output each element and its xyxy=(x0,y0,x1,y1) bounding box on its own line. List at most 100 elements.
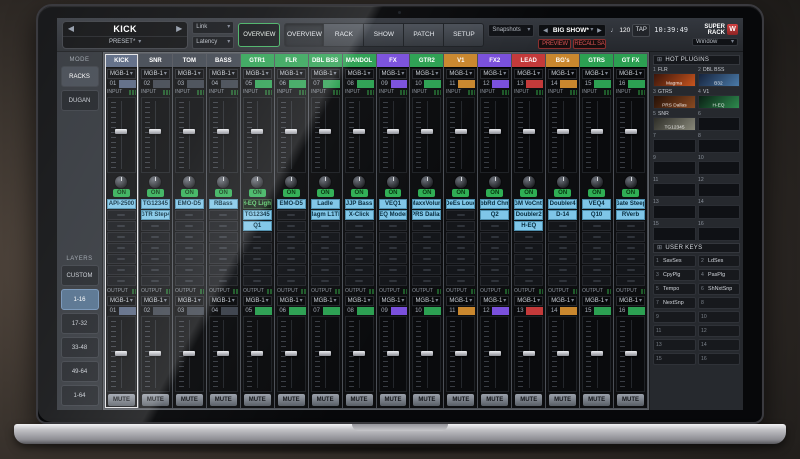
link-dropdown[interactable]: Link ▾ xyxy=(192,20,235,34)
hot-plugin-slot-15[interactable]: 15 xyxy=(653,221,696,241)
gain-knob[interactable] xyxy=(182,174,197,189)
input-device-select[interactable]: MGB-1 ▾ xyxy=(242,69,272,79)
channel-name[interactable]: TOM xyxy=(172,54,206,68)
plugin-slot[interactable] xyxy=(378,254,408,264)
plugin-slot[interactable] xyxy=(378,265,408,275)
plugin-slot[interactable] xyxy=(344,221,374,231)
channel-name[interactable]: DBL BSS xyxy=(308,54,342,68)
channel-strip-gtr2[interactable]: GTR2 MGB-1▾ 10 INPUT ON MaxxVolumPRS Dal… xyxy=(410,54,444,408)
plugin-slot[interactable] xyxy=(514,276,544,286)
plugin-slot[interactable]: JJP Bass xyxy=(344,199,374,209)
plugin-slot[interactable] xyxy=(548,254,578,264)
plugin-slot[interactable] xyxy=(446,254,476,264)
plugin-slot[interactable] xyxy=(548,276,578,286)
plugin-slot[interactable] xyxy=(174,210,204,220)
input-fader[interactable] xyxy=(412,97,442,173)
plugin-slot[interactable] xyxy=(514,254,544,264)
plugin-slot[interactable] xyxy=(242,232,272,242)
channel-strip-gtr1[interactable]: GTR1 MGB-1 ▾ 05 INPUT ON H-EQ Light TG1234… xyxy=(240,54,274,408)
hot-plugin-slot-1[interactable]: 1 FLR Magma xyxy=(653,67,696,87)
input-fader[interactable] xyxy=(242,97,272,173)
hot-plugin-slot-5[interactable]: 5 SNR TG12345 xyxy=(653,111,696,131)
on-button[interactable]: ON xyxy=(350,189,368,197)
on-button[interactable]: ON xyxy=(384,189,402,197)
mute-button[interactable]: MUTE xyxy=(108,394,135,406)
output-fader[interactable] xyxy=(582,316,612,392)
plugin-slot[interactable] xyxy=(208,232,238,242)
tab-overview[interactable]: OVERVIEW xyxy=(284,22,325,47)
preset-dropdown[interactable]: PRESET* ▾ xyxy=(63,35,188,48)
plugin-slot[interactable]: H-EQ xyxy=(514,221,544,231)
gain-knob[interactable] xyxy=(419,174,434,189)
input-device-select[interactable]: MGB-1 ▾ xyxy=(208,69,238,79)
plugin-slot[interactable]: Q1 xyxy=(242,221,272,231)
recall-safe-toggle[interactable]: RECALL SAFE xyxy=(573,38,607,49)
plugin-slot[interactable] xyxy=(446,243,476,253)
on-button[interactable]: ON xyxy=(588,189,606,197)
user-key-4[interactable]: 4 PasPlg xyxy=(697,269,740,281)
input-fader[interactable] xyxy=(480,97,510,173)
latency-dropdown[interactable]: Latency ▾ xyxy=(192,35,235,49)
on-button[interactable]: ON xyxy=(113,189,130,197)
plugin-slot[interactable]: TG12345 xyxy=(242,210,272,220)
plugin-slot[interactable] xyxy=(582,265,612,275)
plugin-slot[interactable]: TG12345 xyxy=(140,199,170,209)
output-device-select[interactable]: MGB-1 ▾ xyxy=(480,296,510,306)
plugin-slot[interactable] xyxy=(208,210,238,220)
hot-plugin-slot-12[interactable]: 12 xyxy=(697,177,740,197)
tap-tempo-button[interactable]: TAP xyxy=(632,23,651,37)
input-device-select[interactable]: MGB-1 ▾ xyxy=(174,69,204,79)
mute-button[interactable]: MUTE xyxy=(583,394,611,406)
next-channel-button[interactable]: ▶ xyxy=(171,24,187,33)
hot-plugin-slot-9[interactable]: 9 xyxy=(653,155,696,175)
plugin-slot[interactable] xyxy=(208,221,238,231)
plugin-slot[interactable] xyxy=(174,243,204,253)
mute-button[interactable]: MUTE xyxy=(515,394,543,406)
plugin-slot[interactable]: Ladle xyxy=(310,199,340,209)
plugin-slot[interactable] xyxy=(480,254,510,264)
plugin-slot[interactable]: MaxxVolum xyxy=(412,199,442,209)
channel-name[interactable]: FLR xyxy=(274,54,308,68)
plugin-slot[interactable] xyxy=(107,221,136,231)
plugin-slot[interactable] xyxy=(480,221,510,231)
plugin-slot[interactable] xyxy=(514,232,544,242)
channel-strip-kick[interactable]: KICK MGB-1 ▾ 01 INPUT ON API-2500 OUTPUT … xyxy=(105,54,138,408)
user-key-8[interactable]: 8 xyxy=(697,297,740,309)
input-device-select[interactable]: MGB-1 ▾ xyxy=(480,69,510,79)
on-button[interactable]: ON xyxy=(622,189,639,197)
channel-strip-flr[interactable]: FLR MGB-1 ▾ 06 INPUT ON EMO-D5 OUTPUT MGB… xyxy=(274,54,308,408)
channel-name[interactable]: GTRS xyxy=(580,54,614,68)
plugin-slot[interactable] xyxy=(276,254,306,264)
channel-strip-fx2[interactable]: FX2 MGB-1▾ 12 INPUT ON AbbRd ChmbQ2 OUTP… xyxy=(478,54,512,408)
prev-channel-button[interactable]: ◀ xyxy=(63,24,79,33)
channel-strip-bass[interactable]: BASS MGB-1 ▾ 04 INPUT ON RBass OUTPUT MGB… xyxy=(206,54,240,408)
mute-button[interactable]: MUTE xyxy=(379,394,407,406)
plugin-slot[interactable] xyxy=(548,265,578,275)
plugin-slot[interactable] xyxy=(242,243,272,253)
plugin-slot[interactable] xyxy=(446,210,476,220)
plugin-slot[interactable] xyxy=(582,254,612,264)
hot-plugin-slot-8[interactable]: 8 xyxy=(697,133,740,153)
plugin-slot[interactable] xyxy=(446,221,476,231)
plugin-slot[interactable] xyxy=(107,232,136,242)
plugin-slot[interactable] xyxy=(412,265,442,275)
on-button[interactable]: ON xyxy=(452,189,470,197)
plugin-slot[interactable] xyxy=(276,232,306,242)
output-device-select[interactable]: MGB-1 ▾ xyxy=(208,296,238,306)
plugin-slot[interactable]: Q2 xyxy=(480,210,510,220)
output-device-select[interactable]: MGB-1 ▾ xyxy=(378,296,408,306)
input-fader[interactable] xyxy=(548,97,578,173)
input-fader[interactable] xyxy=(276,97,306,173)
layer-custom[interactable]: CUSTOM xyxy=(60,265,99,286)
plugin-slot[interactable] xyxy=(446,232,476,242)
plugin-slot[interactable]: D-14 xyxy=(548,210,578,220)
plugin-slot[interactable] xyxy=(174,254,204,264)
plugin-slot[interactable] xyxy=(378,232,408,242)
channel-strip-mandol[interactable]: MANDOL MGB-1 ▾ 08 INPUT ON JJP Bass X-Clic… xyxy=(342,54,376,408)
layer-1-64[interactable]: 1-64 xyxy=(60,385,99,406)
plugin-slot[interactable]: Q10 xyxy=(582,210,612,220)
output-device-select[interactable]: MGB-1 ▾ xyxy=(616,296,645,306)
plugin-slot[interactable] xyxy=(412,254,442,264)
preview-toggle[interactable]: PREVIEW xyxy=(538,38,572,49)
hot-plugin-slot-4[interactable]: 4 V1 H-EQ xyxy=(697,89,740,109)
